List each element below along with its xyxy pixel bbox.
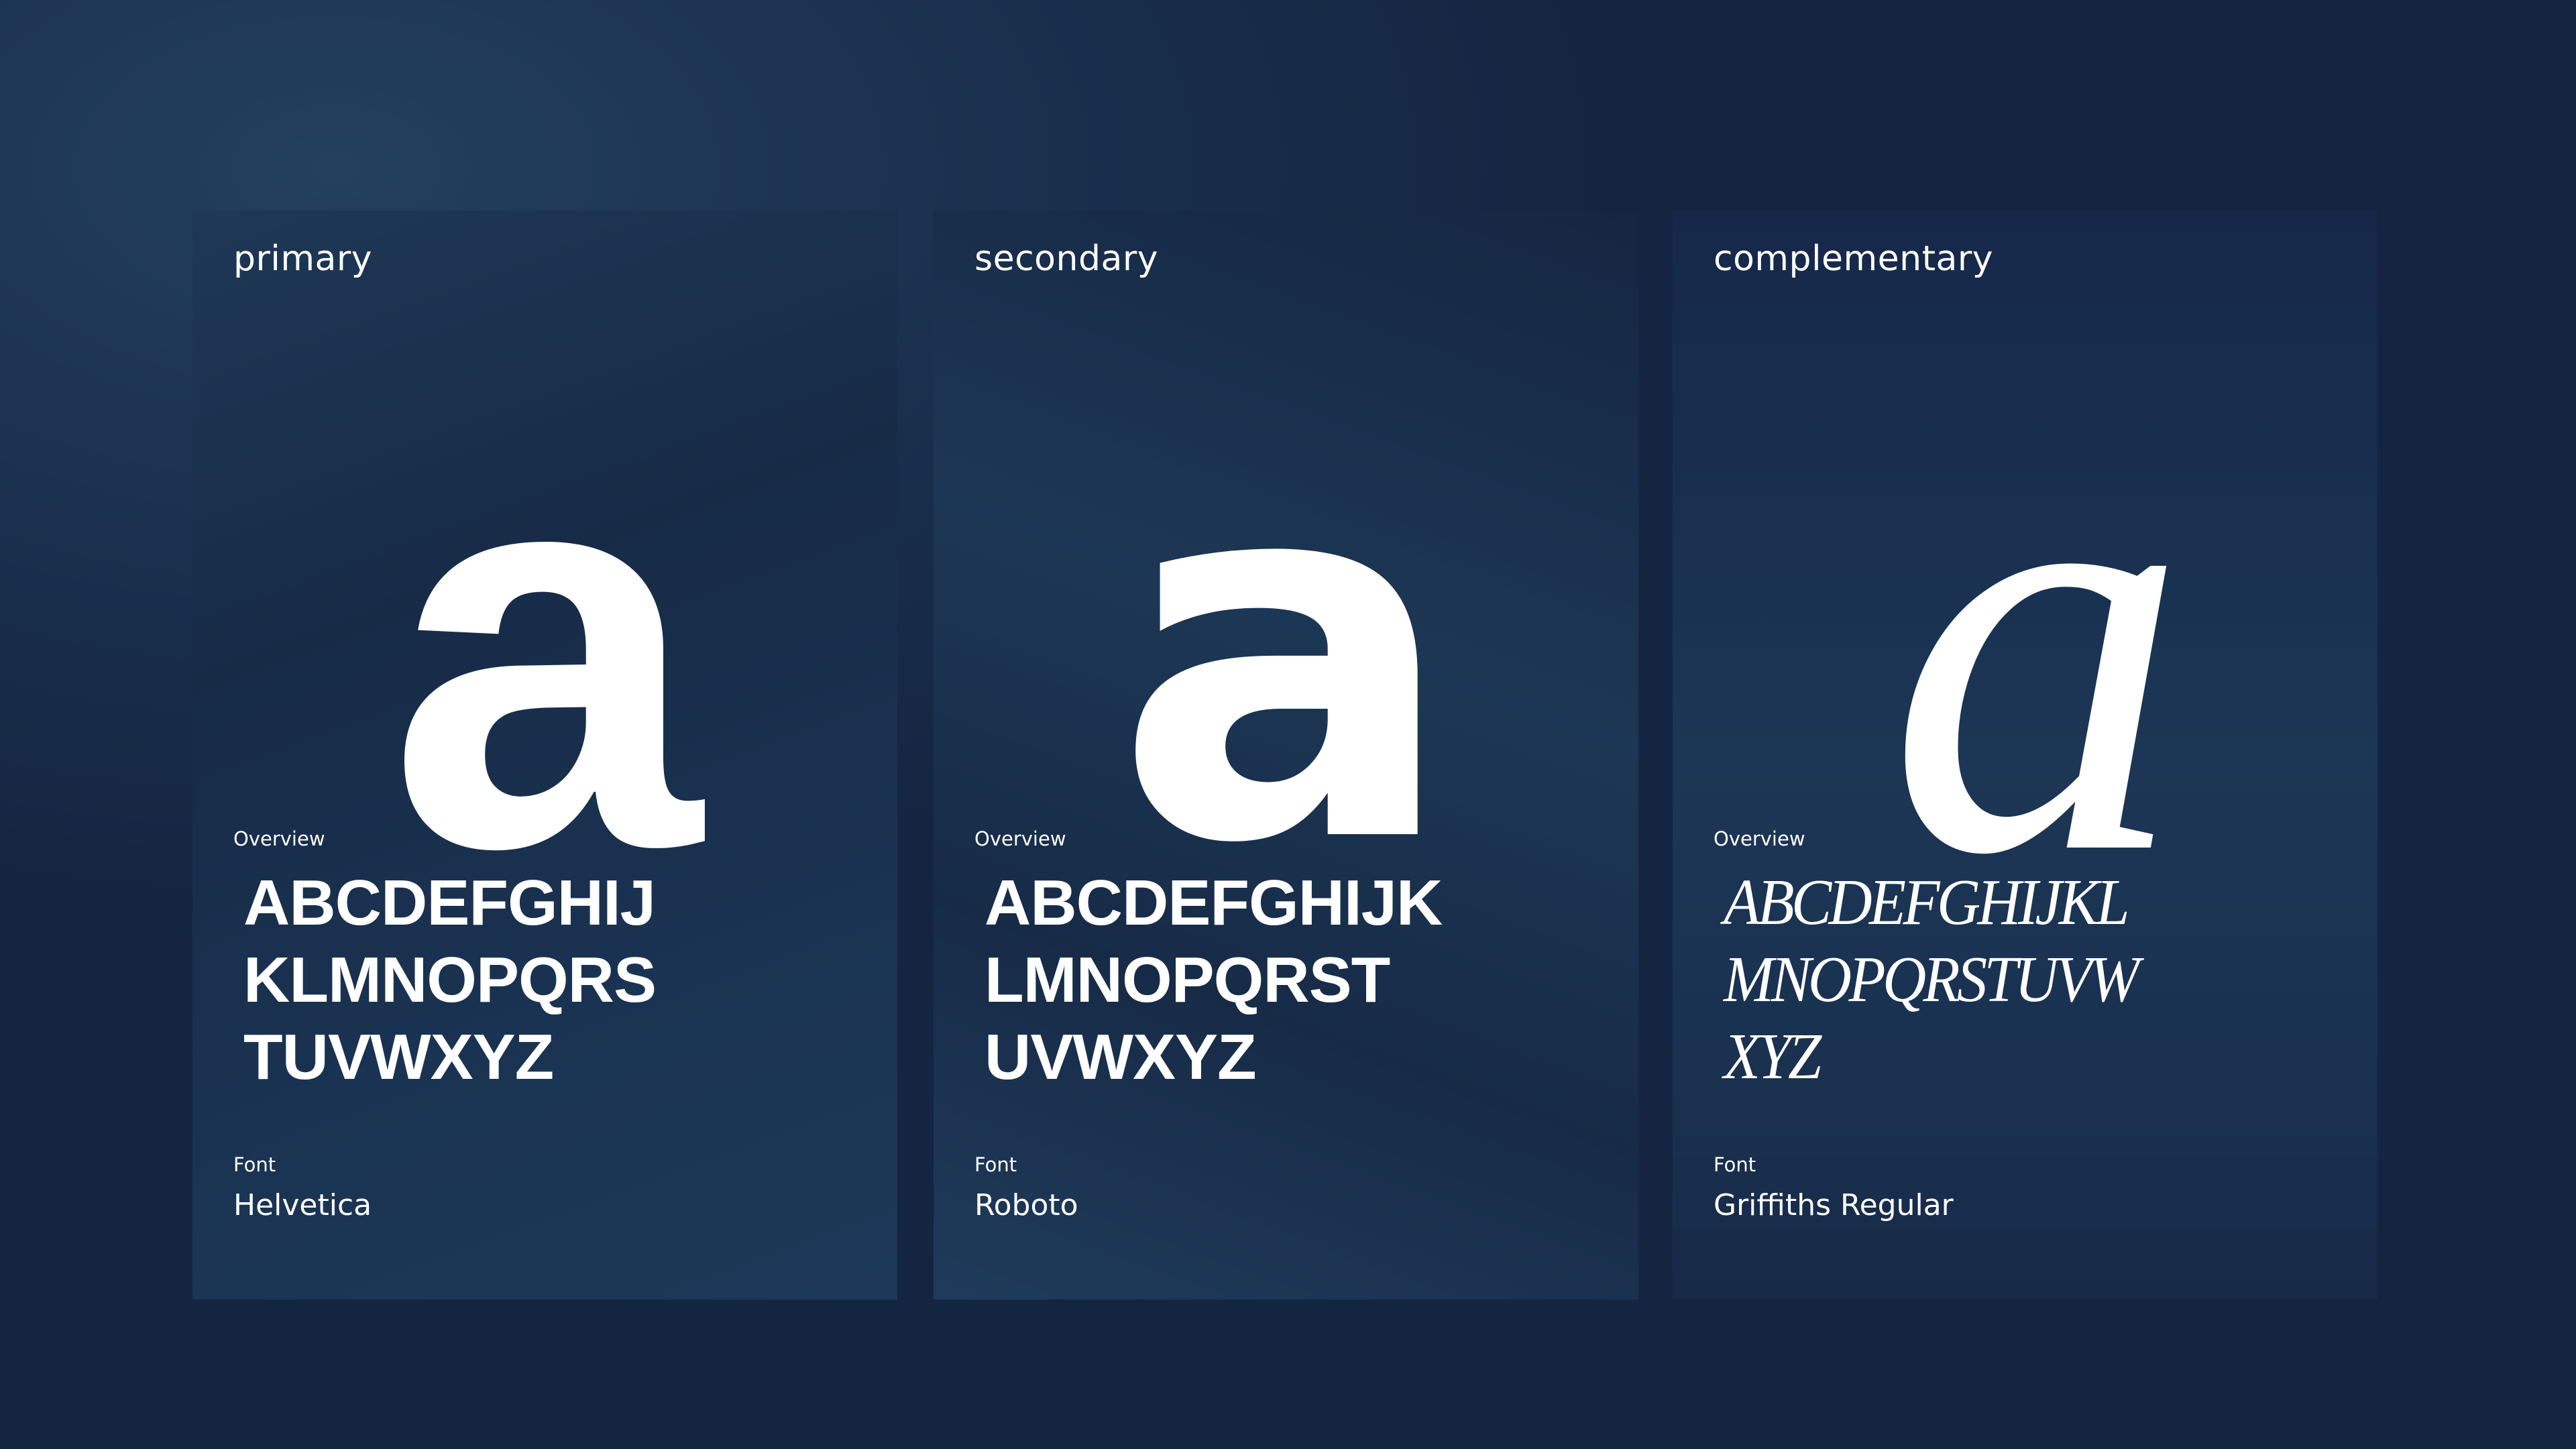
- card-title: complementary: [1714, 239, 1994, 279]
- alphabet-line: KLMNOPQRS: [243, 944, 657, 1016]
- font-name: Griffiths Regular: [1714, 1188, 1954, 1222]
- font-card-primary: primary a Overview ABCDEFGHIJ KLMNOPQRS …: [192, 211, 897, 1299]
- alphabet-line: LMNOPQRST: [985, 944, 1390, 1016]
- overview-label: Overview: [974, 827, 1066, 850]
- font-name: Roboto: [974, 1188, 1078, 1222]
- font-card-complementary: complementary a Overview ABCDEFGHIJKL MN…: [1673, 211, 2377, 1299]
- alphabet-line: UVWXYZ: [985, 1021, 1257, 1093]
- alphabet-line: ABCDEFGHIJK: [985, 867, 1443, 939]
- overview-label: Overview: [1714, 827, 1805, 850]
- font-label: Font: [1714, 1153, 1756, 1176]
- alphabet-line: ABCDEFGHIJKL: [1724, 866, 2129, 939]
- font-name: Helvetica: [233, 1188, 372, 1222]
- alphabet-sample: ABCDEFGHIJKL MNOPQRSTUVW XYZ: [1724, 864, 2367, 1096]
- alphabet-sample: ABCDEFGHIJ KLMNOPQRS TUVWXYZ: [243, 864, 887, 1096]
- overview-label: Overview: [233, 827, 325, 850]
- alphabet-line: ABCDEFGHIJ: [243, 867, 656, 939]
- card-title: primary: [233, 239, 373, 279]
- alphabet-line: TUVWXYZ: [243, 1021, 554, 1093]
- card-title: secondary: [974, 239, 1158, 279]
- font-label: Font: [974, 1153, 1017, 1176]
- font-card-secondary: secondary a Overview ABCDEFGHIJK LMNOPQR…: [934, 211, 1638, 1299]
- alphabet-line: MNOPQRSTUVW: [1724, 943, 2139, 1016]
- alphabet-sample: ABCDEFGHIJK LMNOPQRST UVWXYZ: [985, 864, 1628, 1096]
- font-label: Font: [233, 1153, 276, 1176]
- alphabet-line: XYZ: [1724, 1021, 1822, 1093]
